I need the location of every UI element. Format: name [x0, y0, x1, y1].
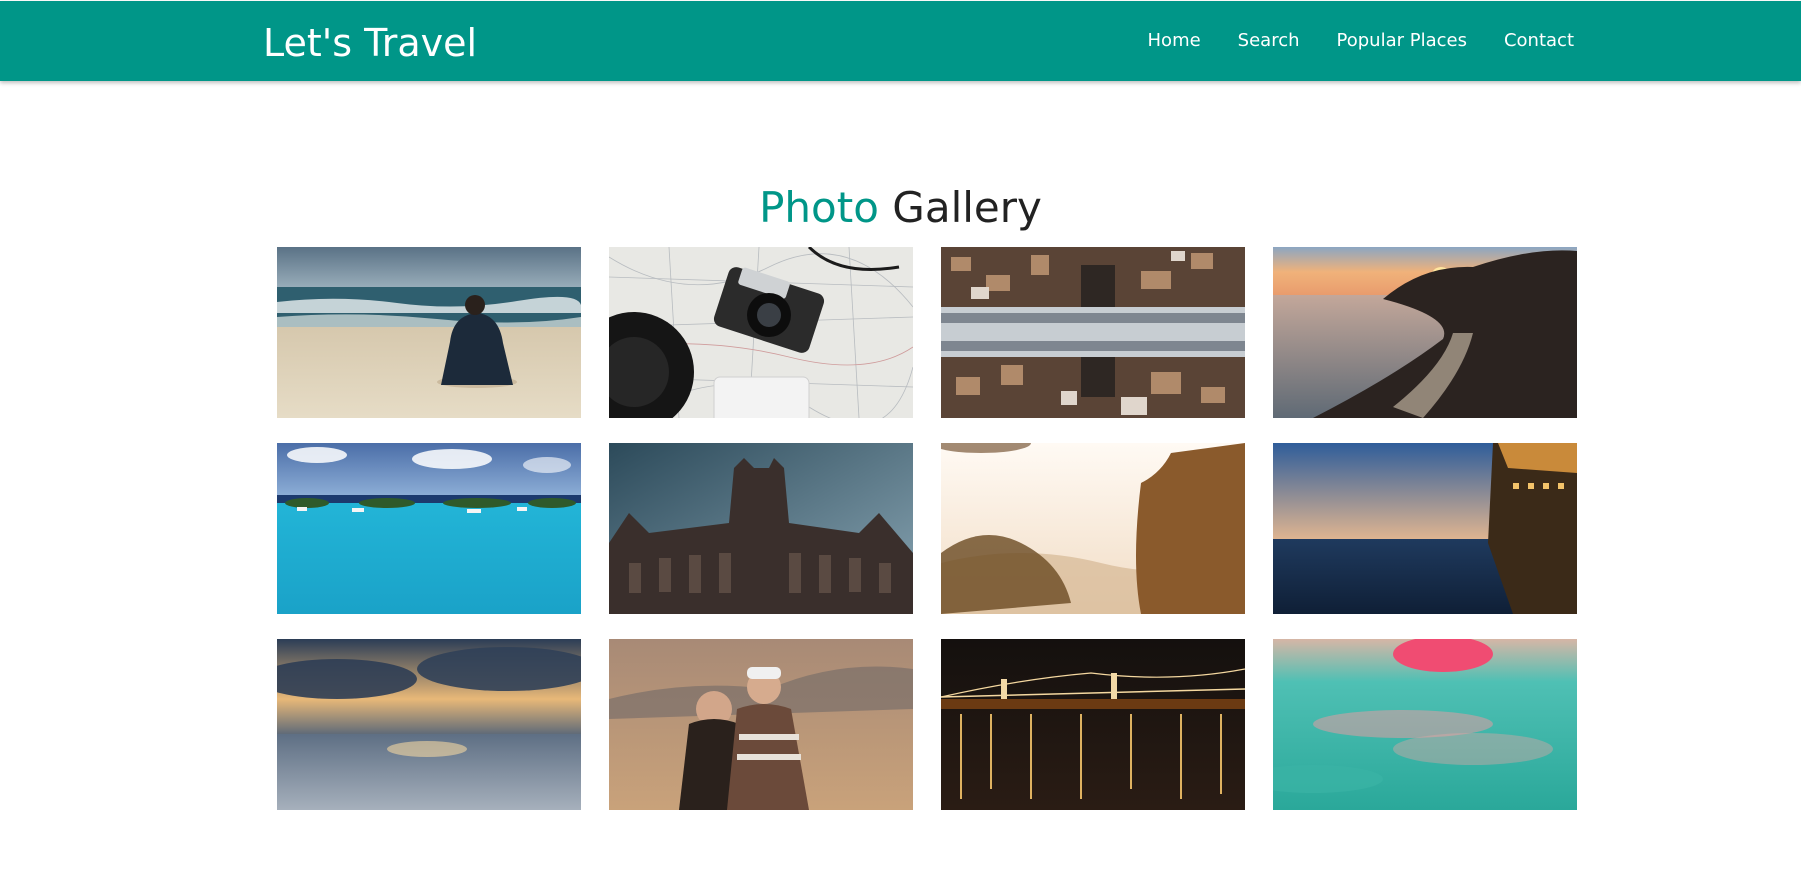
gallery-title: Photo Gallery [0, 180, 1801, 236]
gallery-photo-sunset-coastline[interactable] [1273, 247, 1577, 418]
nav-link-popular-places[interactable]: Popular Places [1337, 28, 1467, 54]
nav-link-home[interactable]: Home [1148, 28, 1201, 54]
gallery-photo-couple-portrait[interactable] [609, 639, 913, 810]
gallery-photo-gothic-building[interactable] [609, 443, 913, 614]
nav-link-search[interactable]: Search [1238, 28, 1300, 54]
gallery-photo-cloudy-sea-sunset[interactable] [277, 639, 581, 810]
gallery-photo-misty-forest-cliff[interactable] [941, 443, 1245, 614]
gallery-photo-bridge-at-night[interactable] [941, 639, 1245, 810]
gallery-photo-camera-on-map[interactable] [609, 247, 913, 418]
brand-logo-link[interactable]: Let's Travel [263, 19, 477, 67]
nav-link-contact[interactable]: Contact [1504, 28, 1574, 54]
gallery-photo-man-on-beach[interactable] [277, 247, 581, 418]
photo-gallery-grid [277, 247, 1578, 810]
nav-links: Home Search Popular Places Contact [1111, 28, 1574, 54]
gallery-photo-ship-deck-sea[interactable] [1273, 443, 1577, 614]
top-navbar: Let's Travel Home Search Popular Places … [0, 1, 1801, 81]
gallery-title-rest: Gallery [892, 183, 1042, 232]
gallery-title-accent: Photo [759, 183, 879, 232]
gallery-photo-mirrored-city[interactable] [941, 247, 1245, 418]
gallery-photo-underwater-pink-float[interactable] [1273, 639, 1577, 810]
gallery-photo-tropical-lagoon[interactable] [277, 443, 581, 614]
